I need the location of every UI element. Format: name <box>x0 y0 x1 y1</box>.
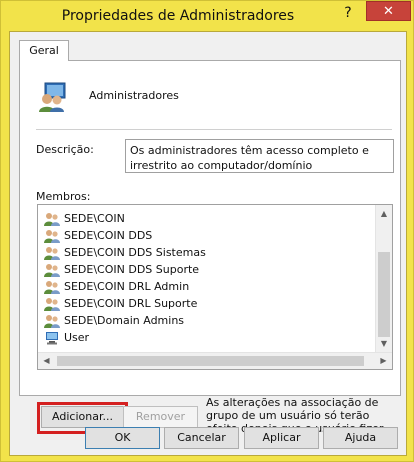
separator <box>36 129 392 130</box>
help-title-button[interactable]: ? <box>336 3 360 23</box>
member-name: SEDE\COIN DDS Suporte <box>64 263 200 276</box>
scroll-down-arrow-icon[interactable]: ▼ <box>376 335 392 352</box>
members-items: SEDE\COIN SEDE\COIN DDS SEDE\COIN DDS Si… <box>44 210 364 346</box>
member-name: User <box>64 331 90 344</box>
group-icon <box>44 246 60 260</box>
member-name: SEDE\COIN DRL Suporte <box>64 297 198 310</box>
horizontal-scroll-thumb[interactable] <box>57 356 364 366</box>
help-button[interactable]: Ajuda <box>323 427 398 449</box>
list-item[interactable]: SEDE\COIN DRL Admin <box>44 278 364 295</box>
member-name: SEDE\COIN DDS <box>64 229 153 242</box>
vertical-scroll-thumb[interactable] <box>378 252 390 337</box>
group-icon <box>44 263 60 277</box>
list-item[interactable]: SEDE\Domain Admins <box>44 312 364 329</box>
list-item[interactable]: User <box>44 329 364 346</box>
add-button[interactable]: Adicionar... <box>41 406 124 428</box>
member-name: SEDE\COIN DDS Sistemas <box>64 246 206 259</box>
description-label: Descrição: <box>36 143 94 156</box>
members-list[interactable]: SEDE\COIN SEDE\COIN DDS SEDE\COIN DDS Si… <box>37 204 393 370</box>
description-field[interactable]: Os administradores têm acesso completo e… <box>125 139 394 173</box>
list-item[interactable]: SEDE\COIN DRL Suporte <box>44 295 364 312</box>
general-tab-panel: Administradores Descrição: Os administra… <box>19 60 401 448</box>
member-name: SEDE\COIN DRL Admin <box>64 280 190 293</box>
remove-button[interactable]: Remover <box>123 406 198 428</box>
group-icon <box>44 314 60 328</box>
dialog-client-area: Geral Administradores Descrição: Os admi… <box>9 31 407 456</box>
apply-button[interactable]: Aplicar <box>244 427 319 449</box>
group-name: Administradores <box>89 89 179 102</box>
close-button[interactable]: ✕ <box>366 1 411 21</box>
group-icon <box>44 297 60 311</box>
window-title: Propriedades de Administradores <box>61 8 295 24</box>
members-label: Membros: <box>36 190 91 203</box>
list-item[interactable]: SEDE\COIN <box>44 210 364 227</box>
group-icon <box>44 229 60 243</box>
group-icon <box>44 280 60 294</box>
scroll-right-arrow-icon[interactable]: ▶ <box>375 353 392 369</box>
scroll-up-arrow-icon[interactable]: ▲ <box>376 205 392 222</box>
horizontal-scrollbar[interactable]: ◀ ▶ <box>38 352 392 369</box>
tab-geral[interactable]: Geral <box>19 40 69 61</box>
title-bar: Propriedades de Administradores ? ✕ <box>1 1 414 33</box>
user-group-icon <box>39 82 66 112</box>
computer-user-icon <box>46 331 58 344</box>
group-icon <box>44 212 60 226</box>
cancel-button[interactable]: Cancelar <box>164 427 239 449</box>
vertical-scrollbar[interactable]: ▲ ▼ <box>375 205 392 352</box>
member-name: SEDE\COIN <box>64 212 125 225</box>
member-name: SEDE\Domain Admins <box>64 314 185 327</box>
properties-dialog: Propriedades de Administradores ? ✕ Gera… <box>0 0 414 462</box>
list-item[interactable]: SEDE\COIN DDS Suporte <box>44 261 364 278</box>
list-item[interactable]: SEDE\COIN DDS <box>44 227 364 244</box>
list-item[interactable]: SEDE\COIN DDS Sistemas <box>44 244 364 261</box>
ok-button[interactable]: OK <box>85 427 160 449</box>
scroll-left-arrow-icon[interactable]: ◀ <box>38 353 55 369</box>
